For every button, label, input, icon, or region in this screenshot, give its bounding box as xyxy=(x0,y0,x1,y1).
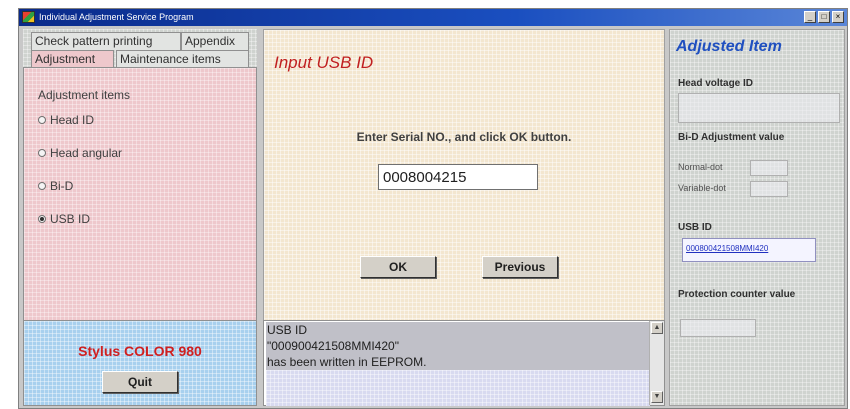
radio-label: Head angular xyxy=(50,146,123,160)
tab-adjustment[interactable]: Adjustment xyxy=(31,50,114,68)
minimize-button[interactable]: _ xyxy=(804,11,816,23)
radio-button-icon[interactable] xyxy=(38,182,46,190)
quit-button[interactable]: Quit xyxy=(102,371,178,393)
scroll-up-arrow-icon[interactable]: ▲ xyxy=(651,322,663,334)
bi-d-adjustment-label: Bi-D Adjustment value xyxy=(678,132,785,143)
normal-dot-label: Normal-dot xyxy=(678,162,723,172)
instruction-text: Enter Serial NO., and click OK button. xyxy=(356,130,572,144)
head-voltage-value xyxy=(678,93,840,123)
model-panel: Stylus COLOR 980 Quit xyxy=(23,320,257,406)
tab-check-pattern[interactable]: Check pattern printing xyxy=(31,32,181,50)
adjusted-item-panel: Adjusted Item Head voltage ID Bi-D Adjus… xyxy=(669,29,845,406)
app-icon xyxy=(22,11,35,23)
scroll-down-arrow-icon[interactable]: ▼ xyxy=(651,391,663,403)
usb-id-value: 000800421508MMI420 xyxy=(682,238,816,262)
radio-head-angular[interactable]: Head angular xyxy=(38,146,122,160)
adjustment-panel: Check pattern printing Appendix Adjustme… xyxy=(23,29,257,321)
log-text-area: USB ID "000900421508MMI420" has been wri… xyxy=(266,322,650,406)
variable-dot-value xyxy=(750,181,788,197)
input-usb-id-panel: Input USB ID Enter Serial NO., and click… xyxy=(263,29,665,321)
tab-maintenance[interactable]: Maintenance items xyxy=(116,50,249,68)
radio-label: USB ID xyxy=(50,212,91,226)
radio-head-id[interactable]: Head ID xyxy=(38,113,94,127)
usb-id-label: USB ID xyxy=(678,222,712,233)
tab-appendix[interactable]: Appendix xyxy=(181,32,249,50)
ok-button[interactable]: OK xyxy=(360,256,436,278)
head-voltage-label: Head voltage ID xyxy=(678,78,754,89)
log-line: "000900421508MMI420" xyxy=(266,338,650,354)
title-bar[interactable]: Individual Adjustment Service Program _ … xyxy=(19,9,847,26)
window-title: Individual Adjustment Service Program xyxy=(39,12,194,22)
radio-bi-d[interactable]: Bi-D xyxy=(38,179,73,193)
variable-dot-label: Variable-dot xyxy=(678,183,726,193)
close-button[interactable]: × xyxy=(832,11,844,23)
app-window: Individual Adjustment Service Program _ … xyxy=(18,8,848,409)
radio-label: Bi-D xyxy=(50,179,74,193)
normal-dot-value xyxy=(750,160,788,176)
adjusted-item-title: Adjusted Item xyxy=(676,38,782,55)
protection-counter-label: Protection counter value xyxy=(678,289,796,300)
printer-model-label: Stylus COLOR 980 xyxy=(78,343,202,359)
log-line: USB ID xyxy=(266,322,650,338)
protection-counter-value xyxy=(680,319,756,337)
serial-number-input[interactable] xyxy=(378,164,538,190)
maximize-button[interactable]: □ xyxy=(818,11,830,23)
page-title: Input USB ID xyxy=(274,53,374,72)
previous-button[interactable]: Previous xyxy=(482,256,558,278)
log-scrollbar[interactable]: ▲ ▼ xyxy=(649,321,664,405)
radio-usb-id[interactable]: USB ID xyxy=(38,212,90,226)
adjustment-items-label: Adjustment items xyxy=(38,88,131,102)
radio-button-icon[interactable] xyxy=(38,116,46,124)
radio-button-selected-icon[interactable] xyxy=(38,215,46,223)
adjustment-tab-body: Adjustment items Head ID Head angular Bi… xyxy=(23,67,257,321)
log-line: has been written in EEPROM. xyxy=(266,354,650,370)
radio-label: Head ID xyxy=(50,113,95,127)
message-log[interactable]: USB ID "000900421508MMI420" has been wri… xyxy=(263,320,665,406)
radio-button-icon[interactable] xyxy=(38,149,46,157)
